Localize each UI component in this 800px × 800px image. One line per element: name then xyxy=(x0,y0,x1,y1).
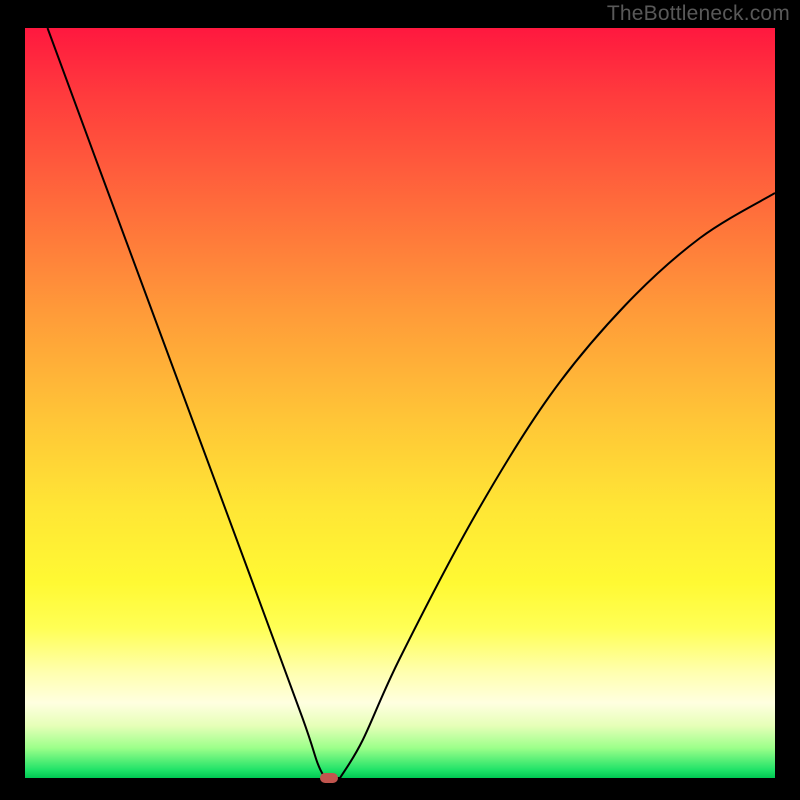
curve-right-branch xyxy=(340,193,775,778)
chart-frame: TheBottleneck.com xyxy=(0,0,800,800)
watermark-text: TheBottleneck.com xyxy=(607,2,790,26)
curve-left-branch xyxy=(48,28,326,778)
bottleneck-curve xyxy=(25,28,775,778)
plot-area xyxy=(25,28,775,778)
minimum-marker xyxy=(320,773,338,783)
